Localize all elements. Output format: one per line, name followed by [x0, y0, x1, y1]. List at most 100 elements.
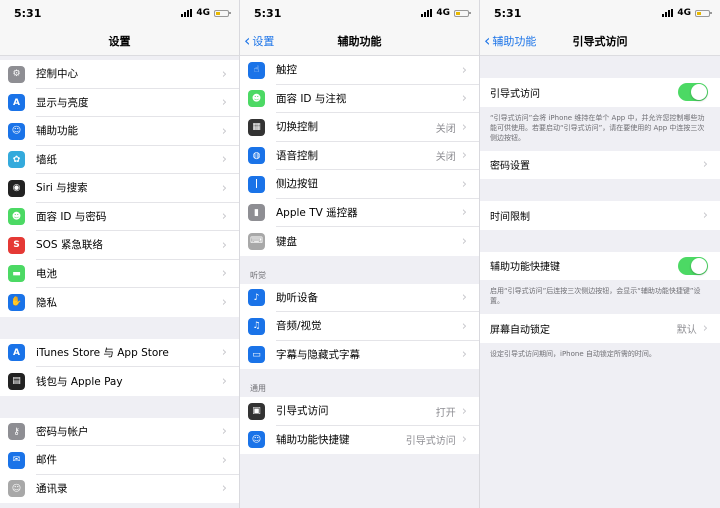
chevron-right-icon: ›	[221, 452, 227, 468]
row-label: Siri 与搜索	[36, 174, 239, 203]
chevron-left-icon: ‹	[484, 31, 491, 50]
back-label: 辅助功能	[492, 35, 537, 48]
voice-control-icon: ◍	[248, 147, 265, 165]
guided-access-toggle[interactable]	[678, 83, 708, 102]
battery-icon	[695, 9, 712, 17]
back-button[interactable]: ‹ 辅助功能	[484, 26, 536, 56]
settings-row[interactable]: ▬ 电池 ›	[0, 260, 239, 288]
row-label: 面容 ID 与密码	[36, 203, 239, 231]
settings-row[interactable]: ◉ Siri 与搜索 ›	[0, 174, 239, 203]
row-label: 助听设备	[276, 284, 479, 312]
row-label: 邮件	[36, 446, 239, 475]
settings-row[interactable]: ☺ 通讯录 ›	[0, 475, 239, 504]
settings-row[interactable]: ☝ 触控 ›	[240, 56, 479, 85]
accessibility-icon: ☺	[8, 122, 25, 140]
mail-icon: ✉	[8, 451, 25, 469]
settings-row[interactable]: ♫ 音频/视觉 ›	[240, 312, 479, 341]
settings-row[interactable]: ⚙ 控制中心 ›	[0, 60, 239, 89]
chevron-right-icon: ›	[461, 347, 467, 363]
siri-icon: ◉	[8, 179, 25, 197]
network-label: 4G	[196, 8, 210, 18]
time-limit-row[interactable]: 时间限制 ›	[480, 201, 720, 230]
row-label: 钱包与 Apple Pay	[36, 375, 123, 388]
settings-group-2: AiTunes Store 与 App Store › ▤ 钱包与 Apple Pay…	[0, 338, 239, 396]
contacts-icon: ☺	[8, 480, 25, 498]
settings-panel: 5:31 4G 设置 ⚙ 控制中心 › A 显示与亮度 › ☺ 辅助功能 › ✿ 墙纸 › ◉ Siri …	[0, 0, 240, 508]
switch-control-icon: ▦	[248, 118, 265, 136]
auto-lock-row[interactable]: 屏幕自动锁定 默认 ›	[480, 314, 720, 343]
chevron-right-icon: ›	[702, 157, 708, 173]
row-label: 显示与亮度	[36, 89, 239, 117]
chevron-right-icon: ›	[221, 373, 227, 389]
guided-access-note: “引导式访问”会将 iPhone 维持在单个 App 中，并允许您控制哪些功能可…	[490, 113, 705, 142]
settings-row[interactable]: ◍ 语音控制 关闭 ›	[240, 142, 479, 170]
face-id-icon: ☻	[248, 90, 265, 108]
chevron-right-icon: ›	[461, 403, 467, 419]
accessibility-shortcut-row: 辅助功能快捷键	[480, 252, 720, 281]
settings-row[interactable]: ☺ 辅助功能 ›	[0, 117, 239, 146]
accessibility-shortcut-note: 启用“引导式访问”后连按三次侧边按钮，会显示“辅助功能快捷键”设置。	[490, 287, 701, 305]
chevron-right-icon: ›	[221, 95, 227, 111]
settings-row[interactable]: AiTunes Store 与 App Store ›	[0, 339, 239, 367]
row-value: 引导式访问	[405, 436, 456, 448]
lock-icon: ▣	[248, 402, 265, 420]
settings-group-1: ⚙ 控制中心 › A 显示与亮度 › ☺ 辅助功能 › ✿ 墙纸 › ◉ Siri 与搜索 › ☻ 面容 ID …	[0, 60, 239, 317]
network-label: 4G	[677, 8, 691, 18]
guided-access-panel: 5:31 4G ‹ 辅助功能 引导式访问 引导式访问 “引导式访问”会将 iPho…	[480, 0, 720, 508]
row-label: 键盘	[276, 235, 297, 248]
settings-row[interactable]: ⌨ 键盘 ›	[240, 227, 479, 256]
settings-row[interactable]: ▮ Apple TV 遥控器 ›	[240, 199, 479, 227]
back-button[interactable]: ‹ 设置	[244, 26, 274, 56]
chevron-right-icon: ›	[221, 266, 227, 282]
settings-row[interactable]: S SOS 紧急联络 ›	[0, 231, 239, 260]
settings-row[interactable]: ✋ 隐私 ›	[0, 288, 239, 317]
settings-row[interactable]: ▤ 钱包与 Apple Pay ›	[0, 367, 239, 396]
app-store-icon: A	[8, 344, 25, 362]
chevron-right-icon: ›	[221, 180, 227, 196]
settings-row[interactable]: ▣ 引导式访问 打开 ›	[240, 397, 479, 426]
chevron-right-icon: ›	[221, 237, 227, 253]
chevron-right-icon: ›	[221, 123, 227, 139]
accessibility-group-vision: ☝ 触控 › ☻ 面容 ID 与注视 › ▦ 切换控制 关闭 › ◍ 语音控制 关闭 › | 侧边按钮 › ▮ Ap…	[240, 56, 479, 256]
row-value: 打开	[435, 407, 456, 419]
status-time: 5:31	[494, 6, 522, 20]
chevron-right-icon: ›	[221, 294, 227, 310]
accessibility-shortcut-toggle[interactable]	[678, 256, 708, 275]
status-time: 5:31	[254, 6, 282, 20]
touch-icon: ☝	[248, 61, 265, 79]
row-label: 电池	[36, 260, 239, 288]
settings-row[interactable]: ✿ 墙纸 ›	[0, 146, 239, 174]
chevron-right-icon: ›	[461, 233, 467, 249]
chevron-right-icon: ›	[461, 62, 467, 78]
accessibility-icon: ☺	[248, 431, 265, 449]
keyboard-icon: ⌨	[248, 232, 265, 250]
chevron-right-icon: ›	[461, 148, 467, 164]
guided-access-row: 引导式访问	[480, 78, 720, 107]
settings-row[interactable]: ▦ 切换控制 关闭 ›	[240, 113, 479, 142]
battery-icon: ▬	[8, 265, 25, 283]
settings-row[interactable]: ☺ 辅助功能快捷键 引导式访问 ›	[240, 426, 479, 455]
row-label: 通讯录	[36, 483, 68, 496]
settings-row[interactable]: ☻ 面容 ID 与注视 ›	[240, 85, 479, 113]
control-center-icon: ⚙	[8, 65, 25, 83]
accessibility-group-hearing: ♪ 助听设备 › ♫ 音频/视觉 › ▭ 字幕与隐藏式字幕 ›	[240, 283, 479, 370]
settings-row[interactable]: | 侧边按钮 ›	[240, 170, 479, 199]
settings-row[interactable]: ▭ 字幕与隐藏式字幕 ›	[240, 341, 479, 370]
settings-row[interactable]: ♪ 助听设备 ›	[240, 284, 479, 312]
row-label: SOS 紧急联络	[36, 231, 239, 260]
settings-row[interactable]: ☻ 面容 ID 与密码 ›	[0, 203, 239, 231]
row-label: 音频/视觉	[276, 312, 479, 341]
time-limit-label: 时间限制	[490, 211, 530, 223]
settings-row[interactable]: ✉ 邮件 ›	[0, 446, 239, 475]
row-label: 字幕与隐藏式字幕	[276, 349, 360, 362]
face-id-icon: ☻	[8, 208, 25, 226]
nav-bar: ‹ 辅助功能 引导式访问	[480, 26, 720, 56]
chevron-right-icon: ›	[461, 432, 467, 448]
row-value: 关闭	[435, 123, 456, 135]
settings-row[interactable]: ⚷ 密码与帐户 ›	[0, 418, 239, 446]
row-label: 面容 ID 与注视	[276, 85, 479, 113]
passcode-settings-row[interactable]: 密码设置 ›	[480, 151, 720, 180]
row-label: iTunes Store 与 App Store	[36, 339, 239, 367]
settings-row[interactable]: A 显示与亮度 ›	[0, 89, 239, 117]
chevron-right-icon: ›	[221, 209, 227, 225]
